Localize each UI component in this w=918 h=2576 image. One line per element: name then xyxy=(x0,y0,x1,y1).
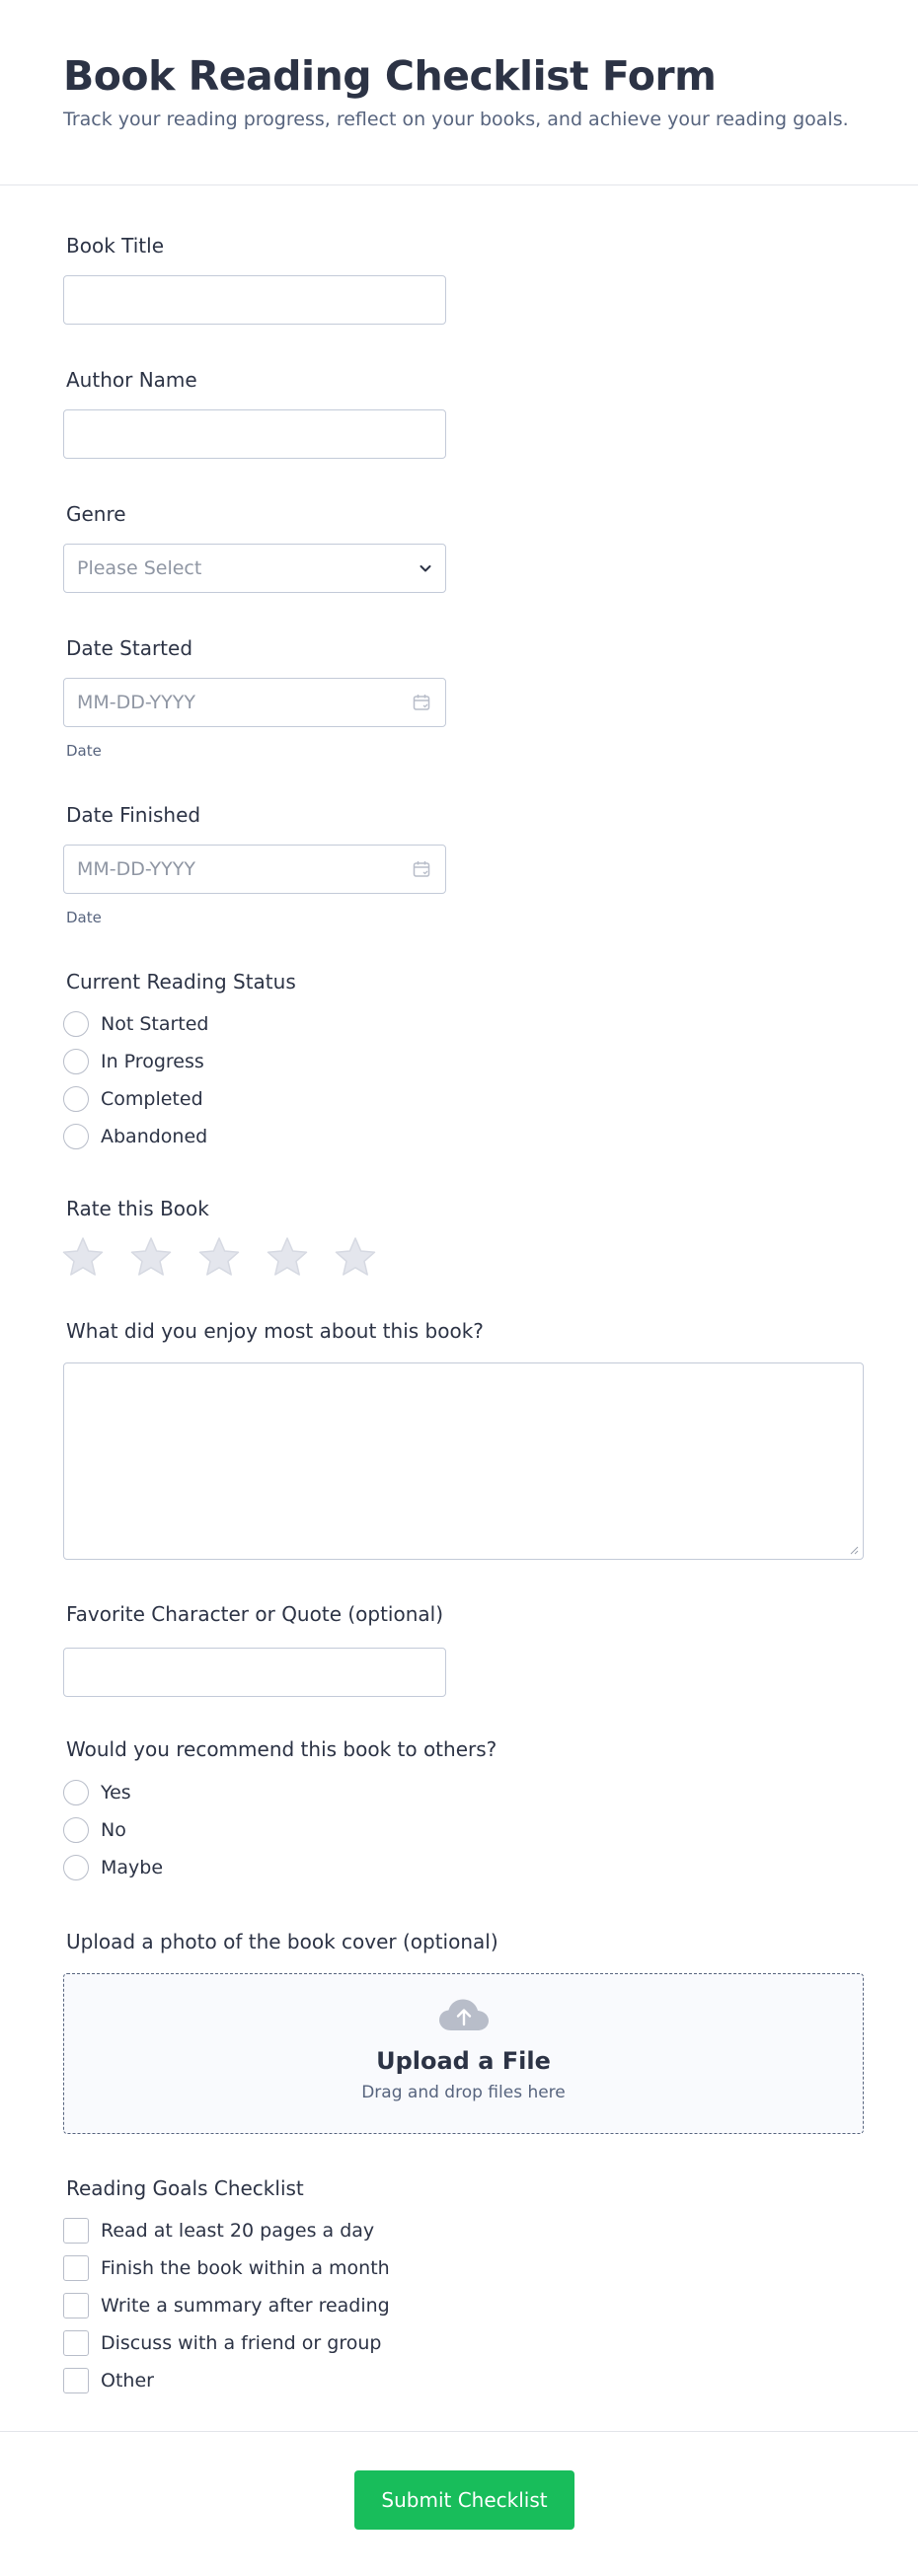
star-icon[interactable] xyxy=(197,1236,241,1278)
option-label: Abandoned xyxy=(101,1126,208,1147)
radio-button[interactable] xyxy=(63,1780,89,1805)
book-title-label: Book Title xyxy=(66,234,164,258)
checkbox[interactable] xyxy=(63,2293,89,2318)
form-footer: Submit Checklist xyxy=(0,2431,918,2576)
rating-label: Rate this Book xyxy=(66,1197,209,1220)
date-finished-label: Date Finished xyxy=(66,803,201,827)
goals-option[interactable]: Finish the book within a month xyxy=(63,2254,390,2282)
submit-button[interactable]: Submit Checklist xyxy=(354,2470,574,2530)
favorite-label: Favorite Character or Quote (optional) xyxy=(66,1602,444,1626)
recommend-option[interactable]: No xyxy=(63,1816,126,1844)
radio-button[interactable] xyxy=(63,1086,89,1112)
reading-status-option[interactable]: Abandoned xyxy=(63,1123,207,1150)
goals-label: Reading Goals Checklist xyxy=(66,2176,304,2200)
star-icon[interactable] xyxy=(266,1236,309,1278)
date-started-sublabel: Date xyxy=(66,742,102,760)
genre-select[interactable]: Please Select xyxy=(63,544,446,593)
option-label: Other xyxy=(101,2370,154,2392)
option-label: In Progress xyxy=(101,1051,204,1072)
genre-placeholder: Please Select xyxy=(77,557,202,579)
reading-status-option[interactable]: Not Started xyxy=(63,1010,209,1038)
star-icon[interactable] xyxy=(129,1236,173,1278)
upload-subtitle: Drag and drop files here xyxy=(361,2083,566,2102)
reading-status-option[interactable]: Completed xyxy=(63,1085,203,1113)
author-name-input[interactable] xyxy=(63,409,446,459)
radio-button[interactable] xyxy=(63,1855,89,1880)
date-finished-placeholder: MM-DD-YYYY xyxy=(77,858,195,880)
cloud-upload-icon xyxy=(438,1999,489,2030)
goals-option[interactable]: Other xyxy=(63,2367,154,2394)
form-title: Book Reading Checklist Form xyxy=(63,52,717,100)
form-header: Book Reading Checklist Form Track your r… xyxy=(0,0,918,185)
goals-option[interactable]: Write a summary after reading xyxy=(63,2292,390,2319)
option-label: Read at least 20 pages a day xyxy=(101,2220,375,2242)
date-started-label: Date Started xyxy=(66,636,193,660)
recommend-option[interactable]: Maybe xyxy=(63,1854,163,1881)
date-finished-input[interactable]: MM-DD-YYYY xyxy=(63,845,446,894)
radio-button[interactable] xyxy=(63,1817,89,1843)
goals-option[interactable]: Discuss with a friend or group xyxy=(63,2329,381,2357)
option-label: Not Started xyxy=(101,1013,209,1035)
radio-button[interactable] xyxy=(63,1011,89,1037)
calendar-icon[interactable] xyxy=(412,693,431,712)
reading-status-option[interactable]: In Progress xyxy=(63,1048,204,1075)
checkbox[interactable] xyxy=(63,2368,89,2393)
option-label: Yes xyxy=(101,1782,131,1803)
radio-button[interactable] xyxy=(63,1049,89,1074)
star-rating[interactable] xyxy=(61,1236,402,1278)
enjoyed-textarea[interactable] xyxy=(63,1362,864,1560)
recommend-option[interactable]: Yes xyxy=(63,1779,131,1806)
upload-label: Upload a photo of the book cover (option… xyxy=(66,1930,498,1953)
star-icon[interactable] xyxy=(334,1236,377,1278)
file-upload-dropzone[interactable]: Upload a File Drag and drop files here xyxy=(63,1973,864,2134)
chevron-down-icon xyxy=(420,565,431,572)
reading-status-label: Current Reading Status xyxy=(66,970,296,994)
book-title-input[interactable] xyxy=(63,275,446,325)
checkbox[interactable] xyxy=(63,2255,89,2281)
option-label: No xyxy=(101,1819,126,1841)
form-subtitle: Track your reading progress, reflect on … xyxy=(63,109,849,130)
checkbox[interactable] xyxy=(63,2330,89,2356)
option-label: Completed xyxy=(101,1088,203,1110)
radio-button[interactable] xyxy=(63,1124,89,1149)
goals-option[interactable]: Read at least 20 pages a day xyxy=(63,2217,374,2245)
genre-label: Genre xyxy=(66,502,126,526)
date-started-input[interactable]: MM-DD-YYYY xyxy=(63,678,446,727)
option-label: Maybe xyxy=(101,1857,164,1878)
checkbox[interactable] xyxy=(63,2218,89,2244)
option-label: Discuss with a friend or group xyxy=(101,2332,382,2354)
star-icon[interactable] xyxy=(61,1236,105,1278)
date-finished-sublabel: Date xyxy=(66,909,102,926)
option-label: Finish the book within a month xyxy=(101,2257,390,2279)
calendar-icon[interactable] xyxy=(412,859,431,879)
resize-handle-icon[interactable] xyxy=(849,1545,859,1555)
recommend-label: Would you recommend this book to others? xyxy=(66,1737,497,1761)
date-started-placeholder: MM-DD-YYYY xyxy=(77,692,195,713)
favorite-input[interactable] xyxy=(63,1648,446,1697)
upload-title: Upload a File xyxy=(376,2047,551,2075)
enjoyed-label: What did you enjoy most about this book? xyxy=(66,1319,484,1343)
author-name-label: Author Name xyxy=(66,368,197,392)
option-label: Write a summary after reading xyxy=(101,2295,390,2317)
form-body: Book Title Author Name Genre Please Sele… xyxy=(0,185,918,2431)
